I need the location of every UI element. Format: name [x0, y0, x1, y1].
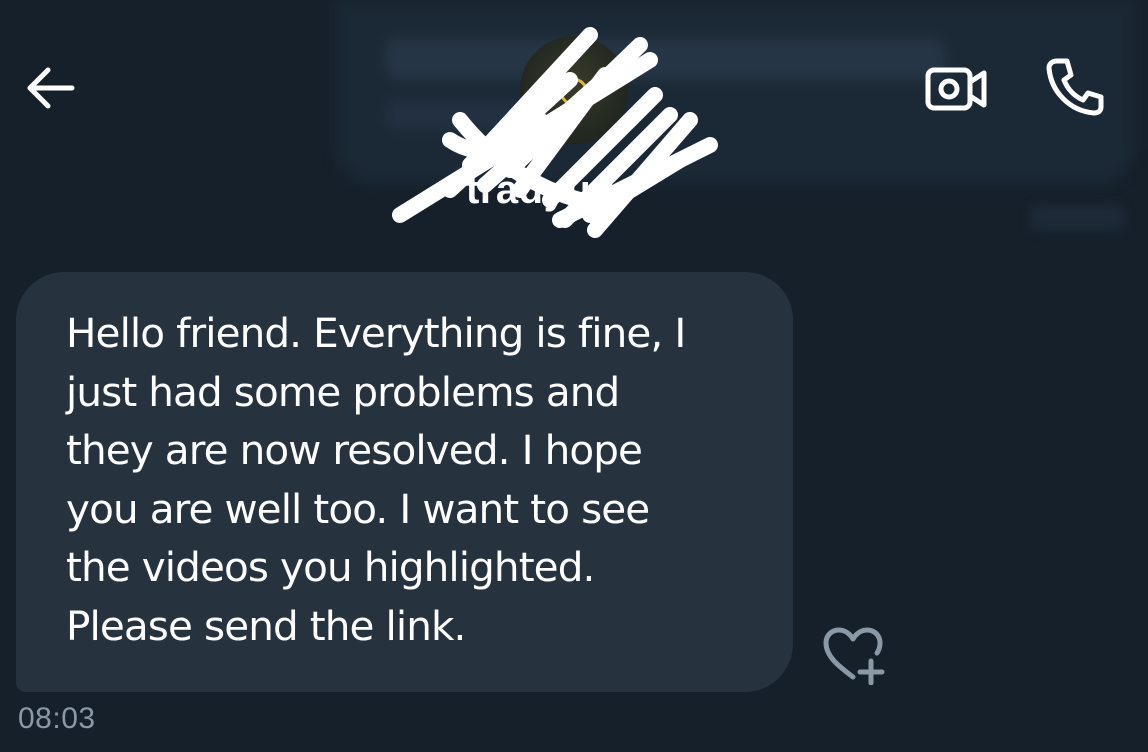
add-reaction-button[interactable] — [818, 624, 888, 686]
heart-plus-icon — [823, 627, 885, 685]
chat-header: tradyun — [0, 0, 1148, 250]
avatar[interactable] — [520, 36, 628, 144]
video-camera-icon — [925, 67, 987, 111]
avatar-logo — [560, 78, 588, 106]
back-button[interactable] — [18, 60, 82, 116]
phone-icon — [1046, 58, 1104, 116]
voice-call-button[interactable] — [1036, 52, 1114, 122]
arrow-left-icon — [27, 67, 75, 109]
video-call-button[interactable] — [918, 58, 994, 120]
contact-name[interactable]: tradyun — [466, 168, 690, 213]
message-bubble[interactable]: Hello friend. Everything is fine, I just… — [16, 272, 793, 692]
message-timestamp: 08:03 — [18, 702, 96, 735]
avatar-dot — [544, 122, 552, 130]
message-text: Hello friend. Everything is fine, I just… — [66, 309, 686, 650]
